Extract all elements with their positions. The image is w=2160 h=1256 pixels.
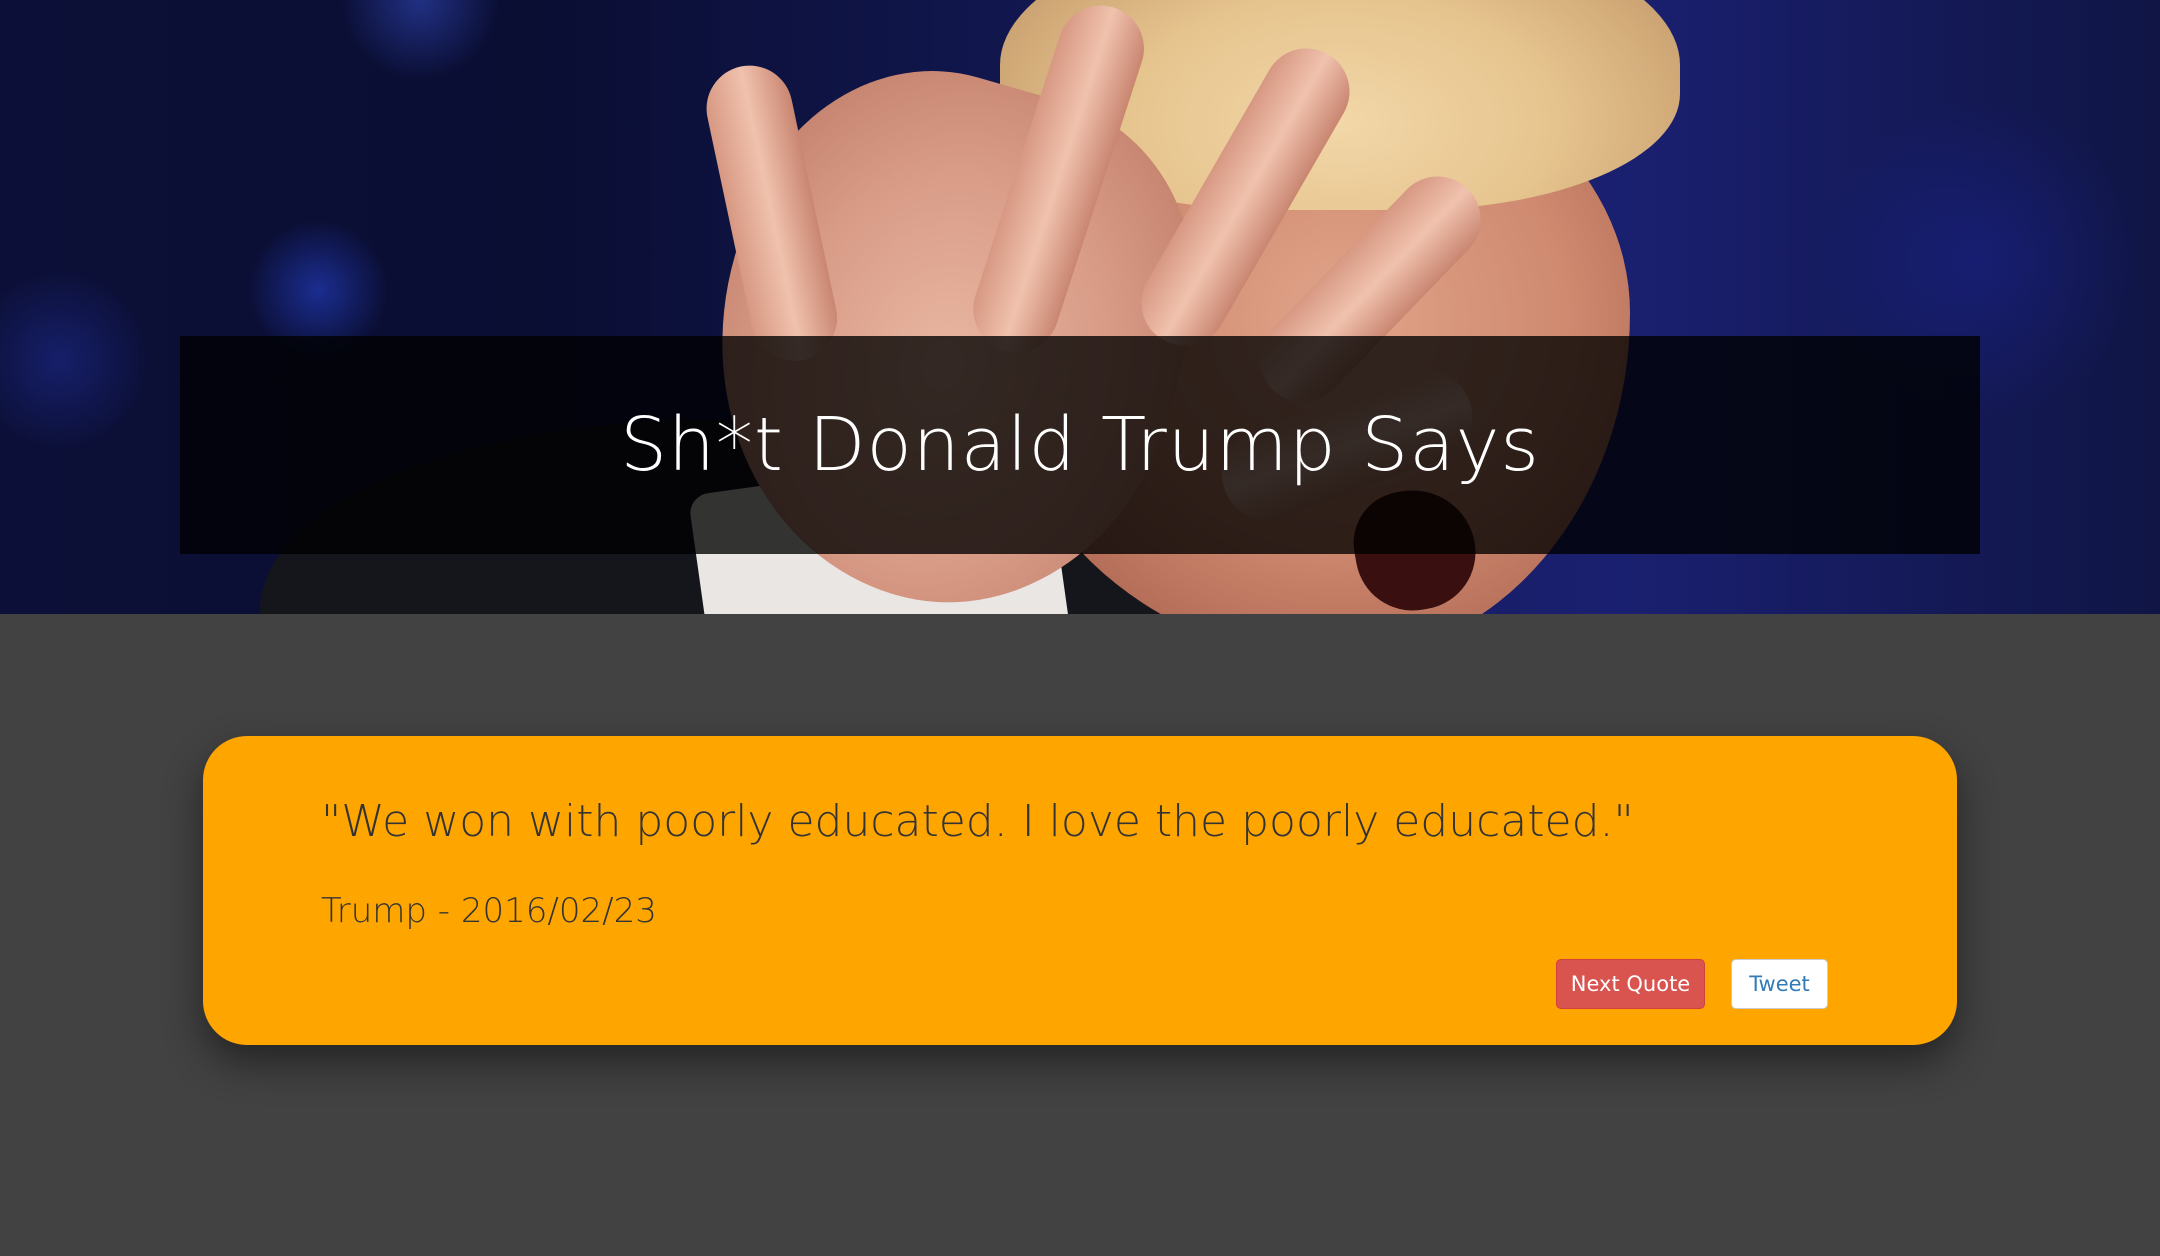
quote-text: "We won with poorly educated. I love the… [321,796,1634,847]
page-title: Sh*t Donald Trump Says [620,402,1540,488]
quote-author: Trump - 2016/02/23 [321,891,657,931]
title-band: Sh*t Donald Trump Says [180,336,1980,554]
next-quote-button[interactable]: Next Quote [1556,959,1705,1009]
quote-card: "We won with poorly educated. I love the… [203,736,1957,1045]
tweet-button[interactable]: Tweet [1731,959,1828,1009]
hero-banner: Sh*t Donald Trump Says [0,0,2160,614]
